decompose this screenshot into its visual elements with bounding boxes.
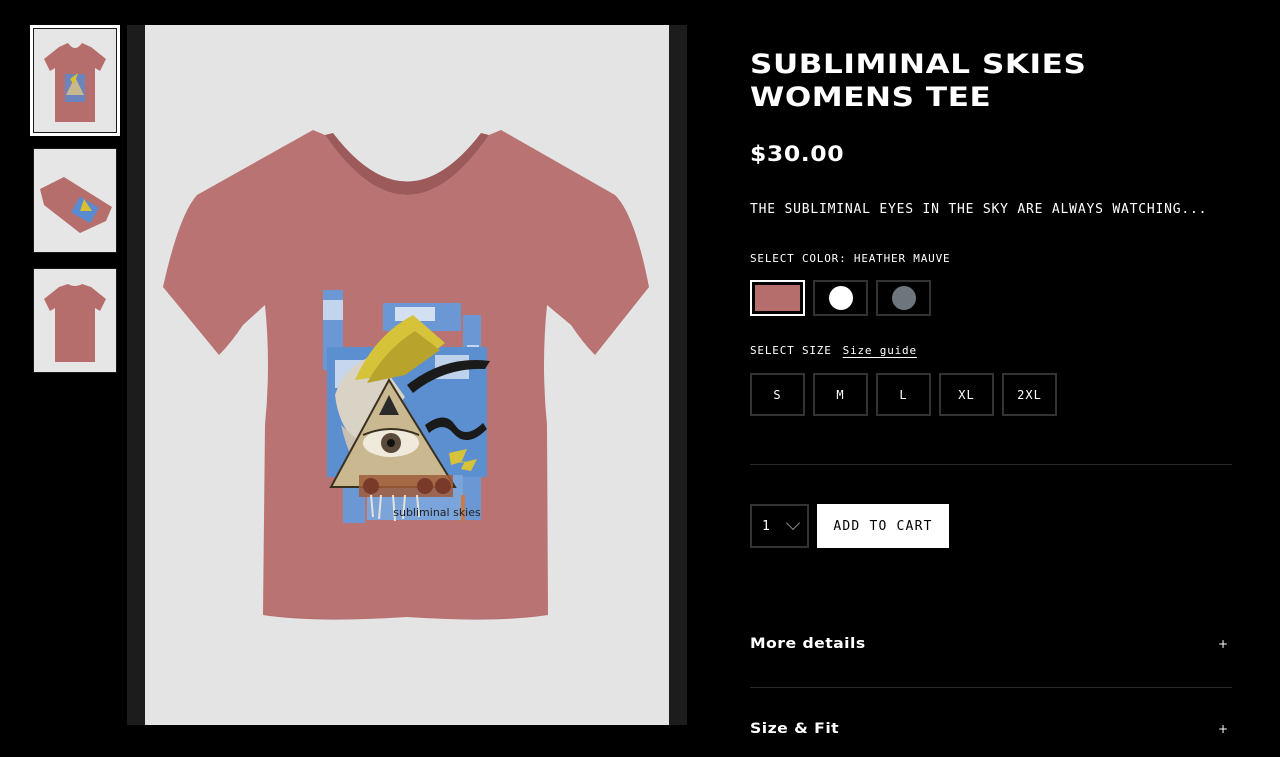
accordion-size-fit-title: Size & Fit xyxy=(750,721,840,737)
product-description: THE SUBLIMINAL EYES IN THE SKY ARE ALWAY… xyxy=(750,202,1208,217)
quantity-select[interactable]: 1 xyxy=(750,504,809,548)
color-swatches xyxy=(750,280,931,316)
accordion-more-details-title: More details xyxy=(750,636,866,652)
thumbnail-list xyxy=(30,25,120,385)
swatch-white-fill xyxy=(828,286,853,310)
product-title-line2: WOMENS TEE xyxy=(750,82,992,113)
color-label: SELECT COLOR: HEATHER MAUVE xyxy=(750,252,951,265)
thumbnail-back-image xyxy=(34,269,116,372)
size-label-row: SELECT SIZE Size guide xyxy=(750,344,917,357)
plus-icon: + xyxy=(1217,722,1228,736)
divider xyxy=(750,464,1232,465)
swatch-heather-mauve[interactable] xyxy=(750,280,805,316)
size-option-2xl[interactable]: 2XL xyxy=(1002,373,1057,416)
swatch-heather-mauve-fill xyxy=(755,285,800,311)
thumbnail-front-image xyxy=(34,29,116,132)
accordion-size-fit[interactable]: Size & Fit + xyxy=(750,714,1232,744)
main-product-image[interactable]: subliminal skies xyxy=(145,25,669,725)
thumbnail-back[interactable] xyxy=(30,265,120,376)
thumbnail-folded-image xyxy=(34,149,116,252)
size-option-m[interactable]: M xyxy=(813,373,868,416)
swatch-white[interactable] xyxy=(813,280,868,316)
thumbnail-folded[interactable] xyxy=(30,145,120,256)
size-option-xl[interactable]: XL xyxy=(939,373,994,416)
size-options: S M L XL 2XL xyxy=(750,373,1057,416)
plus-icon: + xyxy=(1217,637,1228,651)
size-guide-link[interactable]: Size guide xyxy=(843,344,917,357)
add-to-cart-button[interactable]: ADD TO CART xyxy=(817,504,949,548)
size-option-s[interactable]: S xyxy=(750,373,805,416)
product-price: $30.00 xyxy=(750,142,845,166)
accordion-more-details[interactable]: More details + xyxy=(750,629,1232,659)
main-image-frame: subliminal skies xyxy=(127,25,687,725)
size-option-l[interactable]: L xyxy=(876,373,931,416)
product-title: SUBLIMINAL SKIES WOMENS TEE xyxy=(750,48,1086,114)
chevron-down-icon xyxy=(785,515,801,531)
product-title-line1: SUBLIMINAL SKIES xyxy=(750,49,1087,80)
swatch-gray[interactable] xyxy=(876,280,931,316)
shirt-print-text: subliminal skies xyxy=(393,506,481,519)
quantity-value: 1 xyxy=(762,518,770,534)
divider xyxy=(750,687,1232,688)
tshirt-illustration: subliminal skies xyxy=(163,130,649,620)
thumbnail-front[interactable] xyxy=(30,25,120,136)
swatch-gray-fill xyxy=(891,286,916,310)
size-label: SELECT SIZE xyxy=(750,344,832,357)
